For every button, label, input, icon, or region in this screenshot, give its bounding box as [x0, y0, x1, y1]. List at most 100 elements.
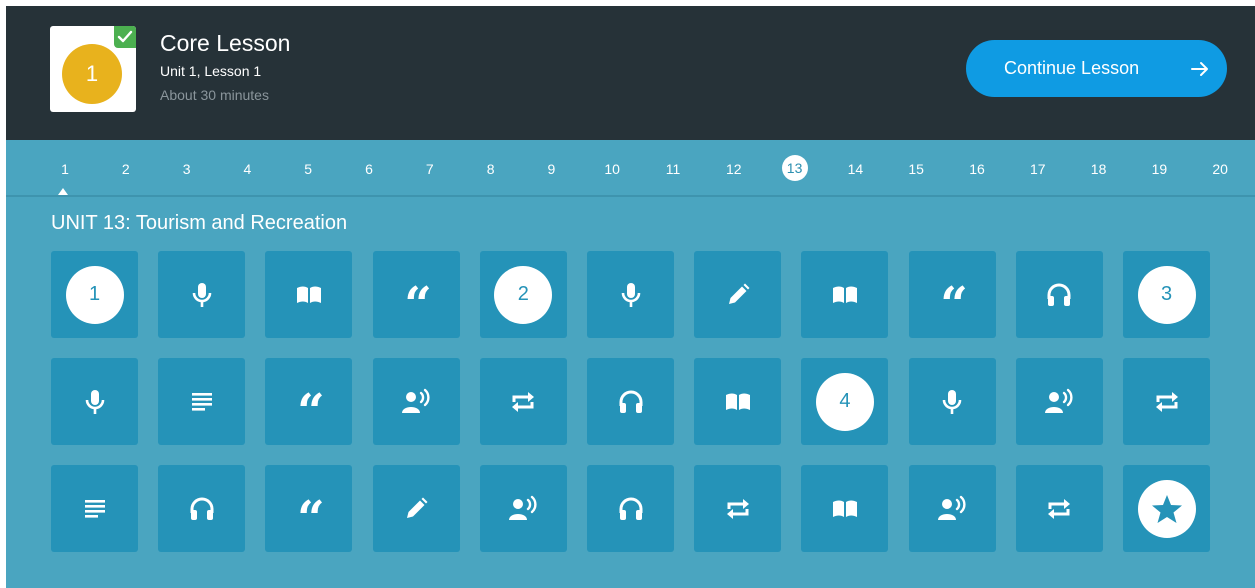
unit-number-11[interactable]: 11 [658, 161, 688, 177]
book-icon [294, 280, 324, 310]
pencil-icon [401, 494, 431, 524]
unit-number-5[interactable]: 5 [293, 161, 323, 177]
badge-number: 1 [62, 44, 122, 104]
quote-icon: “ [297, 490, 325, 547]
unit-content: 1 2 3 4 5 6 7 8 9 10 11 12 13 14 15 16 17 18 19 20 UNIT 13:… [6, 140, 1255, 588]
activity-tile-headphones[interactable] [158, 465, 246, 552]
activity-tile-quote[interactable]: “ [372, 251, 460, 338]
unit-number-12[interactable]: 12 [719, 161, 749, 177]
activity-tile-speaker[interactable] [908, 465, 996, 552]
activity-tile-headphones[interactable] [1015, 251, 1103, 338]
activity-tile-repeat[interactable] [1015, 465, 1103, 552]
unit-number-1[interactable]: 1 [50, 161, 80, 177]
activity-tile-quote[interactable]: “ [265, 358, 353, 445]
activity-tile-book[interactable] [801, 465, 889, 552]
repeat-icon [723, 494, 753, 524]
unit-number-17[interactable]: 17 [1023, 161, 1053, 177]
continue-lesson-button[interactable]: Continue Lesson [966, 40, 1227, 97]
unit-selector: 1 2 3 4 5 6 7 8 9 10 11 12 13 14 15 16 17 18 19 20 [6, 140, 1255, 197]
unit-number-8[interactable]: 8 [476, 161, 506, 177]
lesson-duration: About 30 minutes [160, 87, 269, 103]
continue-lesson-label: Continue Lesson [1004, 58, 1140, 78]
activity-tile-repeat[interactable] [694, 465, 782, 552]
pencil-icon [723, 280, 753, 310]
activity-tile-headphones[interactable] [587, 465, 674, 552]
lesson-marker-tile[interactable]: 2 [479, 251, 567, 338]
speaker-icon [399, 387, 433, 417]
lesson-subtitle: Unit 1, Lesson 1 [160, 63, 262, 79]
unit-number-4[interactable]: 4 [232, 161, 262, 177]
quote-icon: “ [404, 276, 432, 333]
lesson-marker-number: 1 [65, 265, 124, 324]
caret-up-icon [58, 188, 68, 195]
speaker-icon [935, 494, 969, 524]
activity-tile-microphone[interactable] [158, 251, 246, 338]
lesson-header: 1 Core Lesson Unit 1, Lesson 1 About 30 … [6, 6, 1255, 140]
activity-tile-text-lines[interactable] [51, 465, 138, 552]
lesson-marker-number: 3 [1137, 265, 1196, 324]
unit-number-16[interactable]: 16 [962, 161, 992, 177]
unit-number-13[interactable]: 13 [781, 155, 808, 181]
arrow-right-icon [1191, 62, 1208, 76]
activity-tile-book[interactable] [265, 251, 353, 338]
activity-tile-pencil[interactable] [372, 465, 460, 552]
repeat-icon [508, 387, 538, 417]
microphone-icon [187, 280, 217, 310]
activity-tile-book[interactable] [801, 251, 889, 338]
speaker-icon [1042, 387, 1076, 417]
quote-icon: “ [940, 276, 968, 333]
activity-tile-speaker[interactable] [372, 358, 460, 445]
text-lines-icon [187, 387, 217, 417]
unit-number-20[interactable]: 20 [1205, 161, 1235, 177]
unit-title: UNIT 13: Tourism and Recreation [51, 212, 348, 234]
headphones-icon [187, 494, 217, 524]
unit-number-19[interactable]: 19 [1144, 161, 1174, 177]
headphones-icon [1044, 280, 1074, 310]
microphone-icon [616, 280, 646, 310]
activity-tile-text-lines[interactable] [158, 358, 246, 445]
lesson-badge: 1 [50, 26, 136, 112]
lesson-marker-tile[interactable]: 4 [801, 358, 889, 445]
activity-tile-book[interactable] [694, 358, 782, 445]
activity-tile-headphones[interactable] [587, 358, 674, 445]
activity-tile-speaker[interactable] [1015, 358, 1103, 445]
unit-number-6[interactable]: 6 [354, 161, 384, 177]
book-icon [830, 494, 860, 524]
microphone-icon [80, 387, 110, 417]
activity-tile-microphone[interactable] [587, 251, 674, 338]
book-icon [830, 280, 860, 310]
repeat-icon [1152, 387, 1182, 417]
quote-icon: “ [297, 383, 325, 440]
app-frame: 1 Core Lesson Unit 1, Lesson 1 About 30 … [6, 6, 1255, 588]
unit-number-2[interactable]: 2 [111, 161, 141, 177]
unit-number-7[interactable]: 7 [415, 161, 445, 177]
activity-tile-microphone[interactable] [51, 358, 138, 445]
activity-tile-star[interactable] [1123, 465, 1210, 552]
lesson-marker-tile[interactable]: 3 [1123, 251, 1210, 338]
unit-number-10[interactable]: 10 [597, 161, 627, 177]
lesson-marker-number: 4 [815, 372, 874, 431]
unit-number-3[interactable]: 3 [172, 161, 202, 177]
lesson-marker-number: 2 [494, 265, 553, 324]
star-icon [1137, 479, 1196, 538]
activity-tile-pencil[interactable] [694, 251, 782, 338]
microphone-icon [937, 387, 967, 417]
unit-number-9[interactable]: 9 [536, 161, 566, 177]
activity-tile-quote[interactable]: “ [908, 251, 996, 338]
activity-tile-repeat[interactable] [479, 358, 567, 445]
activity-tile-quote[interactable]: “ [265, 465, 353, 552]
lesson-marker-tile[interactable]: 1 [51, 251, 138, 338]
activity-tile-repeat[interactable] [1123, 358, 1210, 445]
text-lines-icon [80, 494, 110, 524]
lesson-title: Core Lesson [160, 30, 291, 56]
unit-number-18[interactable]: 18 [1084, 161, 1114, 177]
unit-number-15[interactable]: 15 [901, 161, 931, 177]
repeat-icon [1044, 494, 1074, 524]
book-icon [723, 387, 753, 417]
activity-tile-speaker[interactable] [479, 465, 567, 552]
unit-number-14[interactable]: 14 [840, 161, 870, 177]
speaker-icon [506, 494, 540, 524]
headphones-icon [616, 387, 646, 417]
activity-tile-microphone[interactable] [908, 358, 996, 445]
checkmark-icon [114, 26, 136, 48]
